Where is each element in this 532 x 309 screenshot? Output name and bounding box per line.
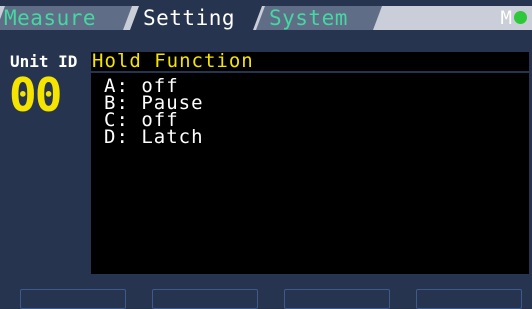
softkey-4[interactable] bbox=[416, 289, 522, 309]
status-led-icon bbox=[514, 11, 527, 24]
tab-measure-label: Measure bbox=[4, 6, 97, 30]
list-item-value: Latch bbox=[141, 126, 204, 148]
tab-setting[interactable]: Setting bbox=[130, 6, 262, 30]
softkey-3[interactable] bbox=[284, 289, 390, 309]
softkey-1[interactable] bbox=[20, 289, 126, 309]
tab-system[interactable]: System bbox=[256, 6, 382, 30]
list-item-key: D: bbox=[104, 126, 129, 148]
tab-bar: Measure System Setting M bbox=[0, 0, 532, 30]
hold-function-list: A: off B: Pause C: off D: Latch bbox=[91, 73, 529, 274]
tab-setting-label: Setting bbox=[143, 6, 236, 30]
unit-id-value: 00 bbox=[9, 68, 62, 122]
mode-indicator: M bbox=[500, 7, 512, 29]
tab-system-label: System bbox=[269, 6, 348, 30]
panel-title: Hold Function bbox=[91, 52, 529, 71]
tab-measure[interactable]: Measure bbox=[0, 6, 132, 30]
softkey-2[interactable] bbox=[152, 289, 258, 309]
list-item-d[interactable]: D: Latch bbox=[104, 126, 204, 148]
